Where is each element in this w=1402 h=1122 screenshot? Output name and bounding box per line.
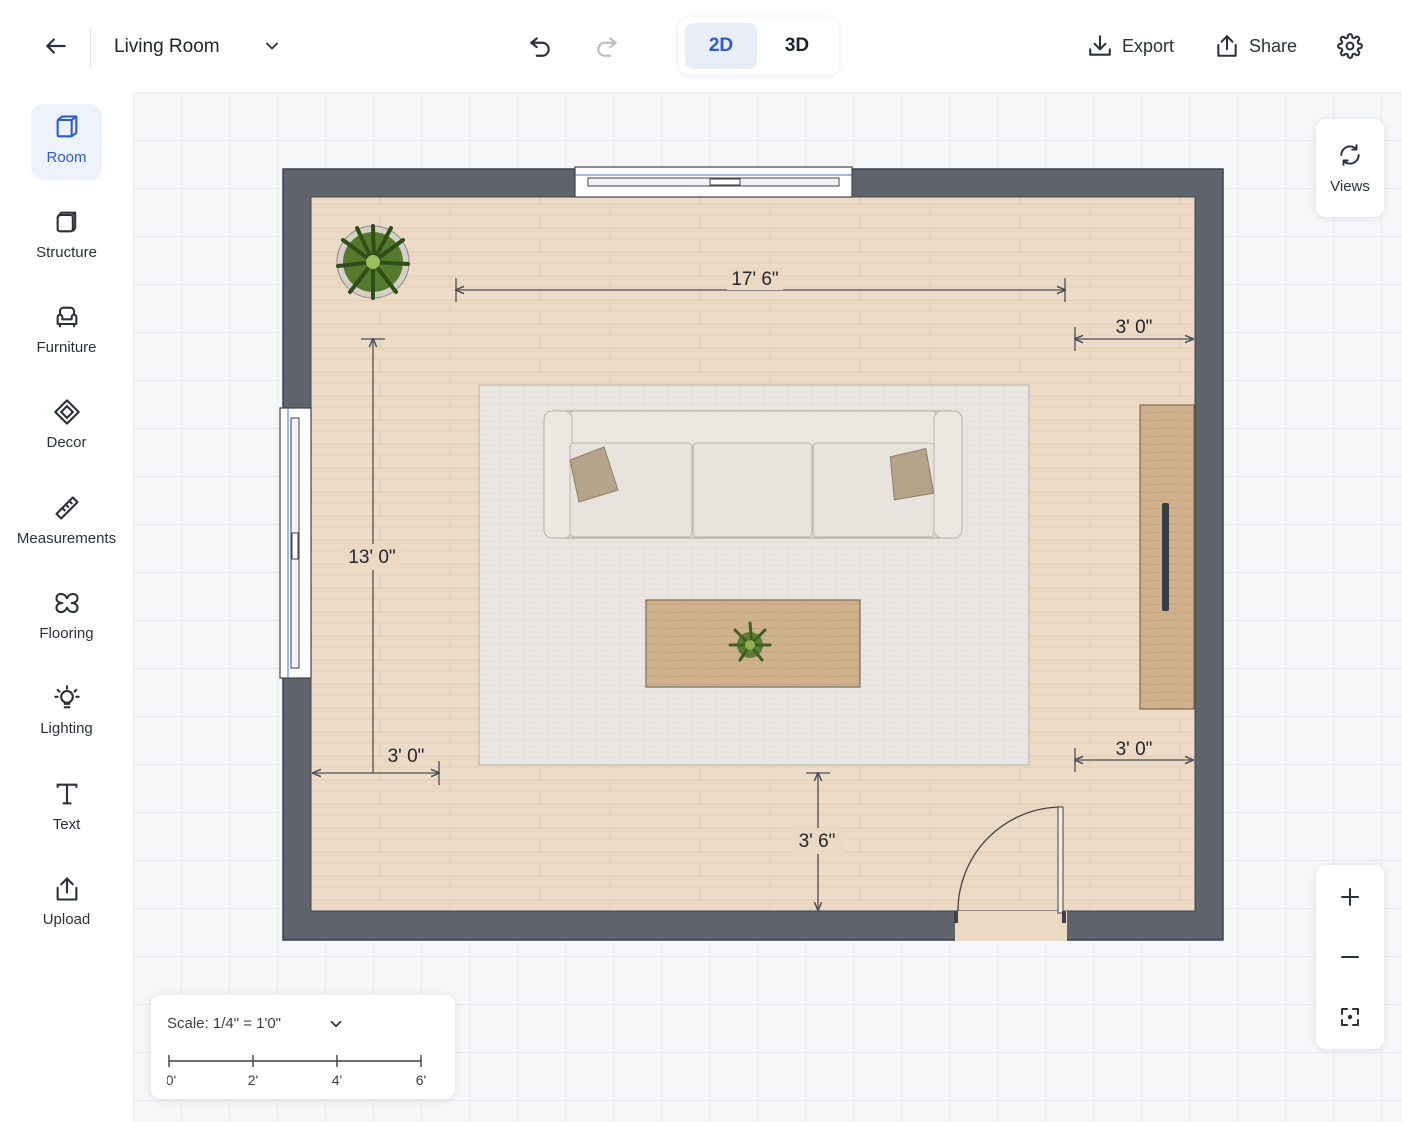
gear-icon (1337, 33, 1363, 59)
scale-tick-label: 0' (167, 1072, 176, 1088)
share-icon (1217, 35, 1237, 57)
sidebar-item-label: Measurements (16, 529, 117, 547)
sidebar-item-label: Decor (46, 433, 87, 451)
plant[interactable] (336, 224, 410, 300)
views-label: Views (1330, 177, 1370, 195)
text-icon (53, 780, 81, 808)
redo-icon (597, 37, 617, 57)
scale-bar: 0' 2' 4' 6' (167, 1055, 426, 1088)
view-mode-toggle: 2D 3D (679, 17, 839, 75)
sidebar-item-label: Room (46, 148, 87, 166)
sidebar-item-flooring[interactable]: Flooring (0, 574, 133, 656)
undo-button[interactable] (520, 26, 560, 66)
download-icon (1089, 35, 1111, 56)
scale-selector[interactable]: Scale: 1/4" = 1'0" (167, 1011, 363, 1035)
sofa[interactable] (543, 410, 963, 539)
zoom-out-button[interactable] (1330, 937, 1370, 977)
sidebar-item-furniture[interactable]: Furniture (0, 288, 133, 370)
zoom-in-button[interactable] (1330, 877, 1370, 917)
armchair-icon (53, 303, 81, 331)
dimension-label[interactable]: 3' 0" (1116, 739, 1153, 760)
sidebar-item-structure[interactable]: Structure (0, 193, 133, 275)
coffee-table[interactable] (645, 599, 861, 688)
sidebar-item-label: Upload (42, 910, 91, 928)
sidebar-item-room[interactable]: Room (0, 98, 133, 180)
fit-screen-icon (1341, 1008, 1359, 1026)
settings-button[interactable] (1330, 26, 1370, 66)
rotate-view-icon (1340, 143, 1360, 166)
zoom-controls (1316, 865, 1384, 1049)
redo-button[interactable] (587, 26, 627, 66)
scale-panel: Scale: 1/4" = 1'0" 0' 2' 4' 6' (151, 995, 455, 1099)
tv-console[interactable] (1139, 404, 1195, 710)
chevron-down-icon (330, 1020, 342, 1028)
lightbulb-icon (53, 684, 81, 712)
undo-icon (530, 37, 550, 57)
sidebar-item-label: Furniture (36, 338, 97, 356)
export-label: Export (1122, 35, 1175, 56)
scale-label: Scale: 1/4" = 1'0" (167, 1014, 282, 1032)
sidebar-item-label: Lighting (40, 719, 93, 737)
minus-icon (1341, 956, 1359, 958)
dimension-label[interactable]: 3' 6" (799, 831, 836, 852)
divider (90, 28, 91, 68)
sidebar-item-text[interactable]: Text (0, 765, 133, 847)
plus-icon (1341, 888, 1359, 906)
chevron-down-icon (266, 42, 278, 50)
sidebar-item-label: Structure (36, 243, 97, 261)
export-button[interactable]: Export (1087, 26, 1174, 66)
scale-tick-label: 4' (332, 1072, 342, 1088)
fit-to-screen-button[interactable] (1330, 997, 1370, 1037)
diamond-icon (53, 398, 81, 426)
design-canvas[interactable]: 17' 6" 3' 0" 13' 0" 3' 0" 3' 0" 3' 6" Vi… (133, 92, 1402, 1122)
scale-tick-label: 6' (416, 1072, 426, 1088)
room-selector[interactable]: Living Room (114, 30, 278, 64)
ruler-icon (53, 494, 81, 522)
structure-icon (53, 208, 81, 236)
floor-plan[interactable]: 17' 6" 3' 0" 13' 0" 3' 0" 3' 0" 3' 6" (133, 92, 1402, 1122)
dimension-label[interactable]: 17' 6" (731, 269, 778, 290)
sidebar-item-lighting[interactable]: Lighting (0, 669, 133, 751)
top-window[interactable] (574, 166, 853, 198)
view-3d-button[interactable]: 3D (761, 23, 833, 69)
views-button[interactable]: Views (1316, 119, 1384, 217)
sidebar-item-measurements[interactable]: Measurements (0, 479, 133, 561)
arrow-left-icon (46, 38, 66, 54)
sidebar-item-upload[interactable]: Upload (0, 860, 133, 942)
upload-icon (53, 875, 81, 903)
sidebar-item-label: Flooring (39, 624, 94, 642)
back-button[interactable] (36, 26, 76, 66)
dimension-label[interactable]: 3' 0" (388, 746, 425, 767)
share-label: Share (1249, 35, 1298, 56)
room-name: Living Room (114, 36, 220, 57)
flooring-icon (53, 589, 81, 617)
share-button[interactable]: Share (1214, 26, 1297, 66)
cube-icon (53, 113, 81, 141)
left-window[interactable] (279, 407, 312, 679)
view-2d-button[interactable]: 2D (685, 23, 757, 69)
sidebar-item-label: Text (52, 815, 81, 833)
scale-tick-label: 2' (248, 1072, 258, 1088)
dimension-label[interactable]: 3' 0" (1116, 317, 1153, 338)
tool-sidebar: Room Structure Furniture Decor Measureme… (0, 92, 133, 1122)
top-bar: Living Room 2D 3D Export Share (0, 0, 1402, 92)
sidebar-item-decor[interactable]: Decor (0, 383, 133, 465)
dimension-label[interactable]: 13' 0" (348, 547, 395, 568)
